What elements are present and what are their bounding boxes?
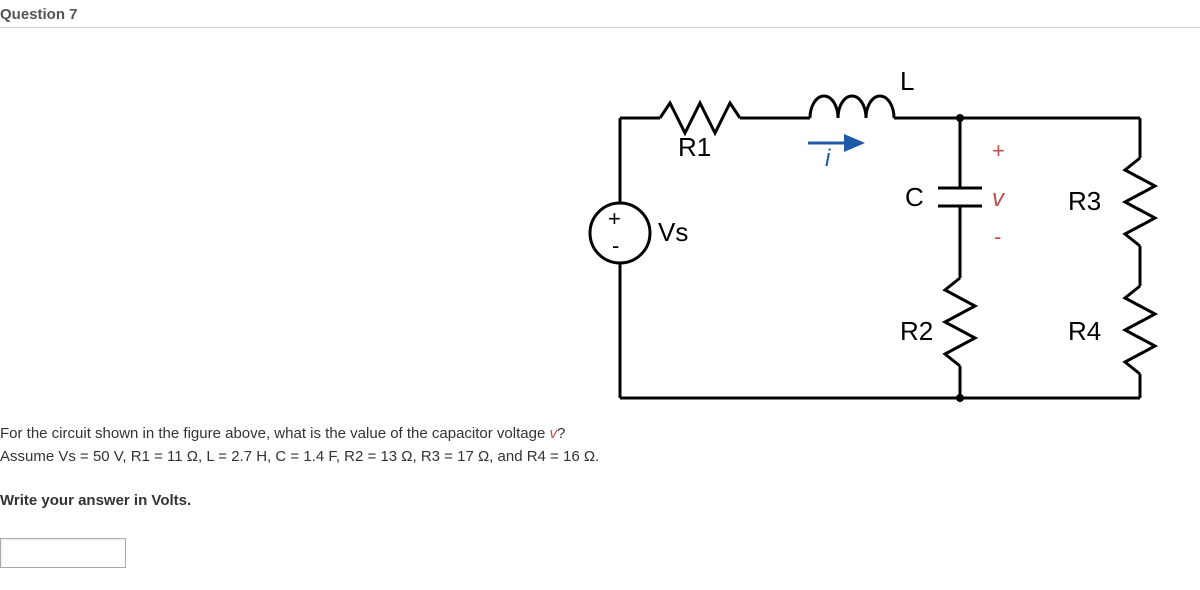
prompt-line-3: Write your answer in Volts. <box>0 490 599 513</box>
prompt-text: For the circuit shown in the figure abov… <box>0 423 599 513</box>
capacitor-c: C <box>905 118 982 278</box>
question-body: + - Vs R1 L i <box>0 28 1200 588</box>
prompt-line-1: For the circuit shown in the figure abov… <box>0 423 599 446</box>
circuit-diagram: + - Vs R1 L i <box>560 48 1180 428</box>
prompt-var-v: v <box>549 425 557 442</box>
vs-plus: + <box>608 206 621 231</box>
c-label: C <box>905 182 924 212</box>
resistor-r2: R2 <box>900 278 975 398</box>
vs-label: Vs <box>658 217 688 247</box>
current-label: i <box>825 145 831 172</box>
question-number: Question 7 <box>0 6 78 23</box>
r1-label: R1 <box>678 132 711 162</box>
v-minus: - <box>994 224 1001 249</box>
resistor-r3: R3 <box>1068 158 1155 246</box>
prompt-line-1a: For the circuit shown in the figure abov… <box>0 425 549 442</box>
question-header: Question 7 <box>0 0 1200 28</box>
v-plus: + <box>992 138 1005 163</box>
r4-label: R4 <box>1068 316 1101 346</box>
cap-voltage-polarity: + v - <box>992 138 1006 249</box>
v-label: v <box>992 185 1006 212</box>
prompt-line-2: Assume Vs = 50 V, R1 = 11 Ω, L = 2.7 H, … <box>0 446 599 469</box>
prompt-line-1c: ? <box>557 425 565 442</box>
voltage-source: + - Vs <box>590 118 688 398</box>
resistor-r1: R1 <box>660 103 740 162</box>
answer-input[interactable] <box>0 538 126 568</box>
r2-label: R2 <box>900 316 933 346</box>
vs-minus: - <box>612 233 619 258</box>
current-arrow: i <box>808 143 862 172</box>
resistor-r4: R4 <box>1068 286 1155 374</box>
r3-label: R3 <box>1068 186 1101 216</box>
l-label: L <box>900 66 914 96</box>
inductor-l: L <box>810 66 914 118</box>
